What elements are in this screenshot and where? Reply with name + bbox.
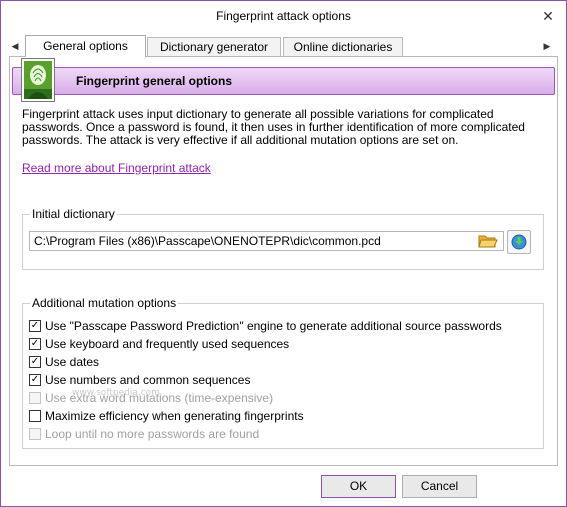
checkbox-checked-icon[interactable]: ✓ xyxy=(29,320,41,332)
tab-scroll-left-icon[interactable]: ◀ xyxy=(9,39,21,53)
tab-label: General options xyxy=(43,39,128,53)
read-more-link[interactable]: Read more about Fingerprint attack xyxy=(22,161,211,175)
tab-label: Online dictionaries xyxy=(293,40,393,54)
checkbox-checked-icon[interactable]: ✓ xyxy=(29,338,41,350)
window-title: Fingerprint attack options xyxy=(216,9,351,23)
checkbox-unchecked-icon[interactable] xyxy=(29,410,41,422)
checkbox-unchecked-icon xyxy=(29,428,41,440)
tab-label: Dictionary generator xyxy=(159,40,269,54)
initial-dictionary-group: Initial dictionary C:\Program Files (x86… xyxy=(22,207,544,270)
close-button[interactable]: ✕ xyxy=(538,6,558,26)
option-label: Use dates xyxy=(45,355,100,369)
tab-online-dictionaries[interactable]: Online dictionaries xyxy=(283,37,403,56)
general-options-panel: Fingerprint general options Fingerprint … xyxy=(9,56,558,466)
section-header-title: Fingerprint general options xyxy=(76,74,233,88)
title-bar: Fingerprint attack options xyxy=(1,1,566,31)
tab-dictionary-generator[interactable]: Dictionary generator xyxy=(147,37,281,56)
fingerprint-user-icon xyxy=(21,58,55,102)
option-label: Use "Passcape Password Prediction" engin… xyxy=(45,319,502,333)
tab-general-options[interactable]: General options xyxy=(25,35,146,57)
description-text: Fingerprint attack uses input dictionary… xyxy=(22,108,542,147)
checkbox-unchecked-icon xyxy=(29,392,41,404)
dictionary-path-field[interactable]: C:\Program Files (x86)\Passcape\ONENOTEP… xyxy=(29,231,504,251)
load-dictionary-button[interactable] xyxy=(507,230,531,254)
tab-scroll-right-icon[interactable]: ▶ xyxy=(541,39,553,53)
checkbox-checked-icon[interactable]: ✓ xyxy=(29,356,41,368)
dialog-window: Fingerprint attack options ✕ ◀ ▶ General… xyxy=(0,0,567,507)
ok-button[interactable]: OK xyxy=(321,475,396,498)
option-label: Loop until no more passwords are found xyxy=(45,427,260,441)
description-paragraph: Fingerprint attack uses input dictionary… xyxy=(22,107,525,147)
folder-open-icon[interactable] xyxy=(478,233,498,249)
initial-dictionary-label: Initial dictionary xyxy=(30,207,117,221)
cancel-button[interactable]: Cancel xyxy=(402,475,477,498)
mutation-options-group: Additional mutation options ✓ Use "Passc… xyxy=(22,296,544,449)
section-header: Fingerprint general options xyxy=(12,67,555,95)
option-label: Use keyboard and frequently used sequenc… xyxy=(45,337,290,351)
ok-label: OK xyxy=(349,479,368,493)
checkbox-checked-icon[interactable]: ✓ xyxy=(29,374,41,386)
cancel-label: Cancel xyxy=(420,479,459,493)
watermark-text: www.softpedia.com xyxy=(72,388,160,398)
download-arrow-icon xyxy=(511,234,527,250)
mutation-options-label: Additional mutation options xyxy=(30,296,179,310)
option-label: Maximize efficiency when generating fing… xyxy=(45,409,304,423)
dictionary-path-value: C:\Program Files (x86)\Passcape\ONENOTEP… xyxy=(34,234,381,248)
option-label: Use numbers and common sequences xyxy=(45,373,251,387)
close-icon: ✕ xyxy=(542,8,554,24)
